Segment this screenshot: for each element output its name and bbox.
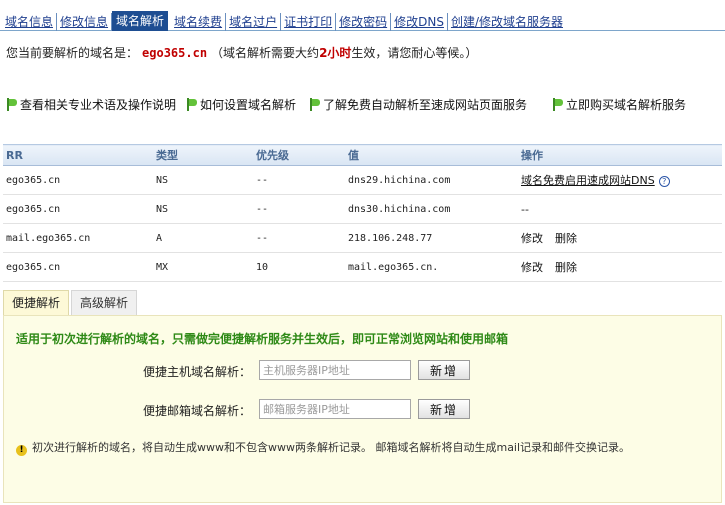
- flag-icon: [309, 98, 320, 111]
- cell-rr: ego365.cn: [3, 194, 153, 224]
- header-value: 值: [345, 144, 518, 166]
- edit-record-link[interactable]: 修改: [521, 261, 543, 274]
- cell-type: MX: [153, 252, 253, 282]
- cell-priority: --: [253, 165, 345, 195]
- delete-record-link[interactable]: 删除: [555, 232, 577, 245]
- table-header-row: RR 类型 优先级 值 操作: [3, 144, 722, 166]
- cell-operation: 修改 删除: [518, 223, 722, 253]
- add-mail-button[interactable]: 新增: [418, 399, 470, 419]
- help-link-label: 了解免费自动解析至速成网站页面服务: [323, 98, 528, 112]
- add-host-button[interactable]: 新增: [418, 360, 470, 380]
- cell-value: dns30.hichina.com: [345, 194, 518, 224]
- panel-note-text: 初次进行解析的域名，将自动生成www和不包含www两条解析记录。 邮箱域名解析将…: [32, 441, 631, 454]
- tab-domain-info[interactable]: 域名信息: [2, 13, 58, 31]
- help-link-buy-service[interactable]: 立即购买域名解析服务: [552, 96, 686, 113]
- mail-resolution-row: 便捷邮箱域名解析： 新增: [4, 399, 721, 421]
- header-rr: RR: [3, 144, 153, 166]
- flag-icon: [6, 98, 17, 111]
- panel-note: ! 初次进行解析的域名，将自动生成www和不包含www两条解析记录。 邮箱域名解析…: [16, 440, 656, 456]
- tab-advanced-resolution[interactable]: 高级解析: [71, 290, 138, 315]
- flag-icon: [552, 98, 563, 111]
- tab-certificate-print[interactable]: 证书打印: [281, 13, 337, 31]
- mail-ip-input[interactable]: [259, 399, 411, 419]
- edit-record-link[interactable]: 修改: [521, 232, 543, 245]
- tab-list: 域名信息 修改信息 域名解析 域名续费 域名过户 证书打印 修改密码 修改DNS…: [2, 11, 566, 31]
- cell-rr: ego365.cn: [3, 165, 153, 195]
- cell-value: 218.106.248.77: [345, 223, 518, 253]
- tab-renew[interactable]: 域名续费: [171, 13, 227, 31]
- tab-edit-info[interactable]: 修改信息: [57, 13, 113, 31]
- tab-name-server[interactable]: 创建/修改域名服务器: [448, 13, 566, 31]
- cell-priority: 10: [253, 252, 345, 282]
- cell-type: NS: [153, 194, 253, 224]
- mail-resolution-label: 便捷邮箱域名解析：: [142, 404, 251, 418]
- table-row: ego365.cn MX 10 mail.ego365.cn. 修改 删除: [3, 252, 722, 282]
- tab-change-dns[interactable]: 修改DNS: [391, 13, 448, 31]
- notice-hours: 2小时: [319, 46, 352, 60]
- cell-operation: 修改 删除: [518, 252, 722, 282]
- dns-records-table: RR 类型 优先级 值 操作 ego365.cn NS -- dns29.hic…: [3, 144, 722, 282]
- tab-dns-resolution[interactable]: 域名解析: [112, 11, 169, 31]
- tab-quick-resolution[interactable]: 便捷解析: [3, 290, 70, 315]
- domain-notice: 您当前要解析的域名是： ego365.cn （域名解析需要大约2小时生效，请您耐心等…: [6, 44, 477, 61]
- panel-description: 适用于初次进行解析的域名，只需做完便捷解析服务并生效后，即可正常浏览网站和使用邮…: [16, 332, 509, 346]
- help-link-free-service[interactable]: 了解免费自动解析至速成网站页面服务: [309, 96, 552, 113]
- delete-record-link[interactable]: 删除: [555, 261, 577, 274]
- resolution-mode-tabs: 便捷解析 高级解析: [3, 290, 139, 315]
- notice-prefix: 您当前要解析的域名是：: [6, 46, 139, 60]
- cell-type: A: [153, 223, 253, 253]
- warning-icon: !: [16, 445, 27, 456]
- host-resolution-row: 便捷主机域名解析： 新增: [4, 360, 721, 382]
- cell-rr: mail.ego365.cn: [3, 223, 153, 253]
- table-row: ego365.cn NS -- dns29.hichina.com 域名免费启用…: [3, 165, 722, 195]
- cell-type: NS: [153, 165, 253, 195]
- cell-operation: 域名免费启用速成网站DNS?: [518, 165, 722, 195]
- header-type: 类型: [153, 144, 253, 166]
- notice-mid: （域名解析需要大约: [211, 46, 320, 60]
- cell-priority: --: [253, 194, 345, 224]
- cell-priority: --: [253, 223, 345, 253]
- table-row: ego365.cn NS -- dns30.hichina.com --: [3, 194, 722, 224]
- host-resolution-label: 便捷主机域名解析：: [142, 365, 251, 379]
- header-operation: 操作: [518, 144, 722, 166]
- enable-free-dns-link[interactable]: 域名免费启用速成网站DNS: [521, 174, 655, 187]
- cell-operation: --: [518, 194, 722, 224]
- top-tab-bar: 域名信息 修改信息 域名解析 域名续费 域名过户 证书打印 修改密码 修改DNS…: [0, 0, 725, 31]
- help-link-howto[interactable]: 如何设置域名解析: [186, 96, 309, 113]
- tab-transfer[interactable]: 域名过户: [226, 13, 282, 31]
- header-priority: 优先级: [253, 144, 345, 166]
- table-row: mail.ego365.cn A -- 218.106.248.77 修改 删除: [3, 223, 722, 253]
- tab-change-password[interactable]: 修改密码: [336, 13, 392, 31]
- help-icon[interactable]: ?: [658, 175, 670, 187]
- cell-value: mail.ego365.cn.: [345, 252, 518, 282]
- flag-icon: [186, 98, 197, 111]
- help-link-label: 如何设置域名解析: [200, 98, 297, 112]
- help-links: 查看相关专业术语及操作说明 如何设置域名解析 了解免费自动解析至速成网站页面服务…: [6, 96, 722, 113]
- quick-resolution-panel: 适用于初次进行解析的域名，只需做完便捷解析服务并生效后，即可正常浏览网站和使用邮…: [3, 315, 722, 503]
- notice-suffix: 生效，请您耐心等候。）: [351, 46, 478, 60]
- help-link-label: 查看相关专业术语及操作说明: [20, 98, 177, 112]
- cell-value: dns29.hichina.com: [345, 165, 518, 195]
- help-link-label: 立即购买域名解析服务: [566, 98, 687, 112]
- host-ip-input[interactable]: [259, 360, 411, 380]
- cell-rr: ego365.cn: [3, 252, 153, 282]
- current-domain: ego365.cn: [142, 46, 208, 60]
- help-link-terms[interactable]: 查看相关专业术语及操作说明: [6, 96, 186, 113]
